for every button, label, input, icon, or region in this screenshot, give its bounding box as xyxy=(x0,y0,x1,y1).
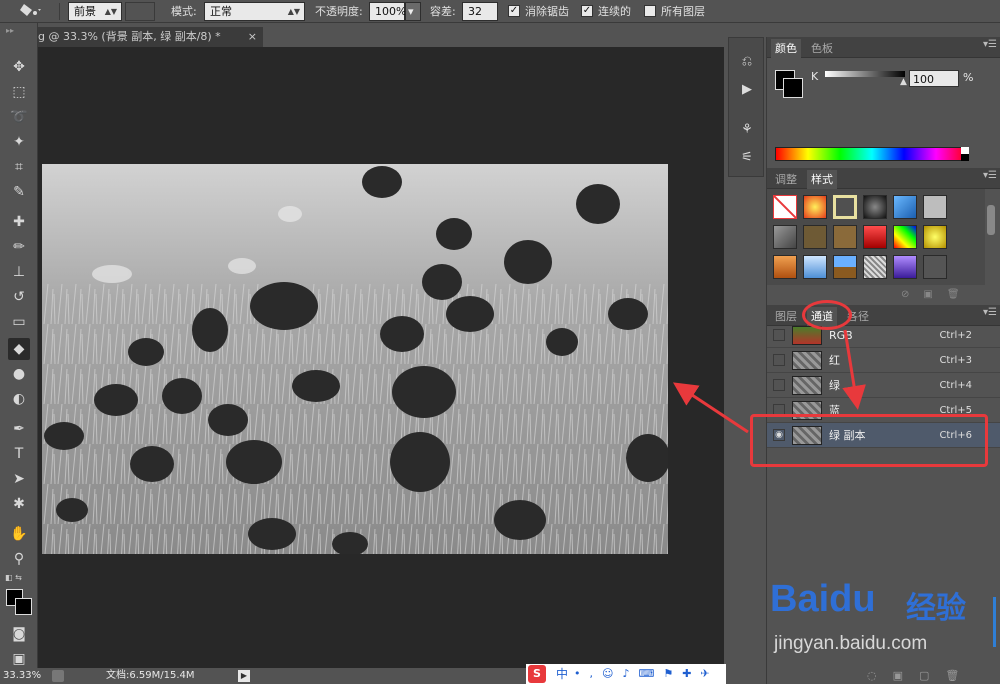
baidu-watermark: Baidu 经验 jingyan.baidu.com xyxy=(770,575,990,665)
watermark-brand-cn: 经验 xyxy=(906,591,966,626)
ime-language-toggle[interactable]: 中 xyxy=(556,664,568,684)
ime-tool-icons[interactable]: •,☺♪⌨⚑✚✈ xyxy=(574,664,719,684)
sogou-logo-icon[interactable]: S xyxy=(528,665,546,683)
watermark-brand: Baidu xyxy=(770,578,876,620)
watermark-url: jingyan.baidu.com xyxy=(774,633,928,654)
ime-toolbar: S 中 •,☺♪⌨⚑✚✈ xyxy=(526,664,726,684)
